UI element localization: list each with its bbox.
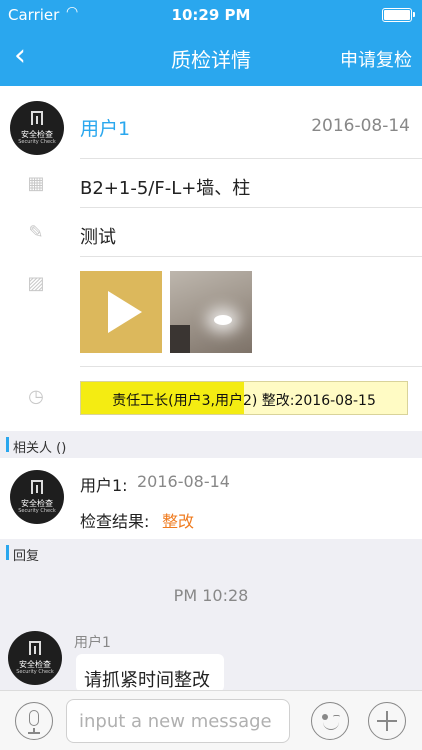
section-label: 相关人 () <box>13 441 67 456</box>
avatar-subtitle: Security Check <box>18 139 56 145</box>
location-text: B2+1-5/F-L+墙、柱 <box>80 178 251 199</box>
avatar[interactable]: 安全检查 Security Check <box>10 101 64 155</box>
edit-icon: ✎ <box>28 222 44 243</box>
building-icon: ▦ <box>27 173 45 194</box>
image-icon: ▨ <box>27 273 45 294</box>
divider <box>80 207 422 208</box>
inspector-name[interactable]: 用户1 <box>80 114 130 141</box>
microphone-icon <box>29 710 39 726</box>
play-icon <box>108 291 142 333</box>
building-icon <box>31 111 43 125</box>
divider <box>80 256 422 257</box>
rectification-progress-bar: 责任工长(用户3,用户2) 整改:2016-08-15 <box>80 381 408 415</box>
avatar[interactable]: 安全检查 Security Check <box>8 631 62 685</box>
result-label: 检查结果: <box>80 512 150 531</box>
photo-thumbnail[interactable] <box>170 271 252 353</box>
divider <box>80 366 422 367</box>
building-icon <box>31 480 43 494</box>
request-recheck-button[interactable]: 申请复检 <box>340 46 412 72</box>
divider <box>80 158 422 159</box>
emoji-button[interactable] <box>311 702 349 740</box>
responsibility-text: 责任工长(用户3,用户2) 整改:2016-08-15 <box>112 393 376 409</box>
section-header-reply: 回复 <box>0 539 422 566</box>
avatar[interactable]: 安全检查 Security Check <box>10 470 64 524</box>
avatar-subtitle: Security Check <box>16 669 54 675</box>
result-value: 整改 <box>162 512 195 531</box>
section-label: 回复 <box>13 549 40 564</box>
nav-bar: ‹ 质检详情 申请复检 <box>0 30 422 86</box>
composer-bar <box>0 690 422 750</box>
message-bubble[interactable]: 请抓紧时间整改 <box>76 654 224 692</box>
message-input[interactable] <box>66 699 290 743</box>
voice-button[interactable] <box>15 702 53 740</box>
clock: 10:29 PM <box>171 6 251 24</box>
section-header-related: 相关人 () <box>0 431 422 458</box>
related-user: 用户1: <box>80 476 128 495</box>
battery-icon <box>382 8 415 22</box>
related-date: 2016-08-14 <box>137 472 230 491</box>
status-bar: Carrier ◠ 10:29 PM <box>0 0 422 30</box>
message-text: 请抓紧时间整改 <box>84 670 210 691</box>
chat-timestamp: PM 10:28 <box>173 586 249 605</box>
message-sender: 用户1 <box>74 635 111 651</box>
emoji-icon <box>322 714 328 720</box>
inspection-content: 测试 <box>80 227 116 248</box>
inspection-date: 2016-08-14 <box>311 116 410 136</box>
clock-icon: ◷ <box>28 386 44 407</box>
video-thumbnail[interactable] <box>80 271 162 353</box>
avatar-subtitle: Security Check <box>18 508 56 514</box>
building-icon <box>29 641 41 655</box>
add-button[interactable] <box>368 702 406 740</box>
